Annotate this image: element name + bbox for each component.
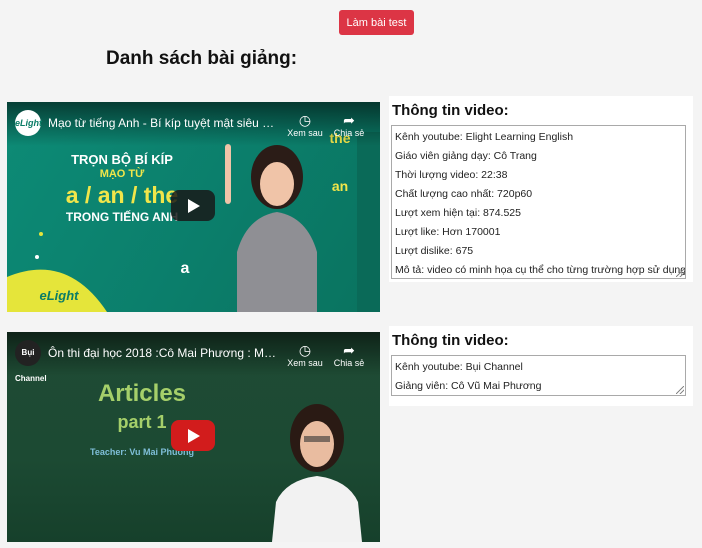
info-line: Chất lượng cao nhất: 720p60 bbox=[395, 188, 533, 200]
video-title[interactable]: Ôn thi đại học 2018 :Cô Mai Phương : Mạ.… bbox=[48, 346, 278, 360]
info-line: Mô tả: video có minh họa cụ thể cho từng… bbox=[395, 264, 686, 276]
resize-handle[interactable] bbox=[676, 269, 684, 277]
info-line: Thời lượng video: 22:38 bbox=[395, 169, 508, 181]
info-line: Kênh youtube: Elight Learning English bbox=[395, 131, 574, 143]
video-player-2[interactable]: Articles part 1 Teacher: Vu Mai Phuong B… bbox=[7, 332, 380, 542]
thumb-line-1: Articles bbox=[97, 380, 187, 407]
share-icon: ➦ bbox=[343, 342, 355, 358]
share-label: Chia sẻ bbox=[333, 358, 365, 368]
info-line: Lượt like: Hơn 170001 bbox=[395, 226, 501, 238]
thumb-line-1: TRỌN BỘ BÍ KÍP bbox=[71, 152, 173, 167]
play-button[interactable] bbox=[171, 420, 215, 451]
share-button[interactable]: ➦ Chia sẻ bbox=[327, 342, 371, 368]
video-info-textarea-1[interactable]: Kênh youtube: Elight Learning English Gi… bbox=[391, 125, 686, 279]
info-line: Kênh youtube: Bụi Channel bbox=[395, 361, 523, 373]
thumb-side-3: a bbox=[180, 260, 190, 277]
clock-icon: ◷ bbox=[298, 112, 312, 128]
info-line: Lượt xem hiện tại: 874.525 bbox=[395, 207, 521, 219]
share-label: Chia sẻ bbox=[333, 128, 365, 138]
video-info-title-1: Thông tin video: bbox=[392, 102, 509, 119]
channel-logo[interactable]: Bụi Channel bbox=[15, 340, 47, 383]
clock-icon: ◷ bbox=[298, 342, 312, 358]
lecture-list-heading: Danh sách bài giảng: bbox=[106, 48, 298, 69]
thumb-brand: eLight bbox=[39, 288, 79, 303]
thumb-line-2: MẠO TỪ bbox=[99, 168, 145, 180]
video-player-1[interactable]: TRỌN BỘ BÍ KÍP MẠO TỪ a / an / the TRONG… bbox=[7, 102, 380, 312]
play-button[interactable] bbox=[171, 190, 215, 221]
info-line: Giảng viên: Cô Vũ Mai Phương bbox=[395, 380, 542, 392]
channel-logo[interactable]: eLight bbox=[15, 110, 42, 136]
take-test-button[interactable]: Làm bài test bbox=[339, 10, 414, 35]
share-button[interactable]: ➦ Chia sẻ bbox=[327, 112, 371, 138]
video-info-title-2: Thông tin video: bbox=[392, 332, 509, 349]
info-line: Lượt dislike: 675 bbox=[395, 245, 474, 257]
watch-later-label: Xem sau bbox=[287, 358, 323, 368]
info-line: Giáo viên giảng dạy: Cô Trang bbox=[395, 150, 537, 162]
presenter-image bbox=[225, 144, 317, 312]
video-title[interactable]: Mạo từ tiếng Anh - Bí kíp tuyệt mật siêu… bbox=[48, 116, 278, 130]
watch-later-button[interactable]: ◷ Xem sau bbox=[283, 342, 327, 368]
share-icon: ➦ bbox=[343, 112, 355, 128]
watch-later-button[interactable]: ◷ Xem sau bbox=[283, 112, 327, 138]
video-info-textarea-2[interactable]: Kênh youtube: Bụi Channel Giảng viên: Cô… bbox=[391, 355, 686, 396]
presenter-image bbox=[272, 404, 362, 542]
resize-handle[interactable] bbox=[676, 386, 684, 394]
watch-later-label: Xem sau bbox=[287, 128, 323, 138]
